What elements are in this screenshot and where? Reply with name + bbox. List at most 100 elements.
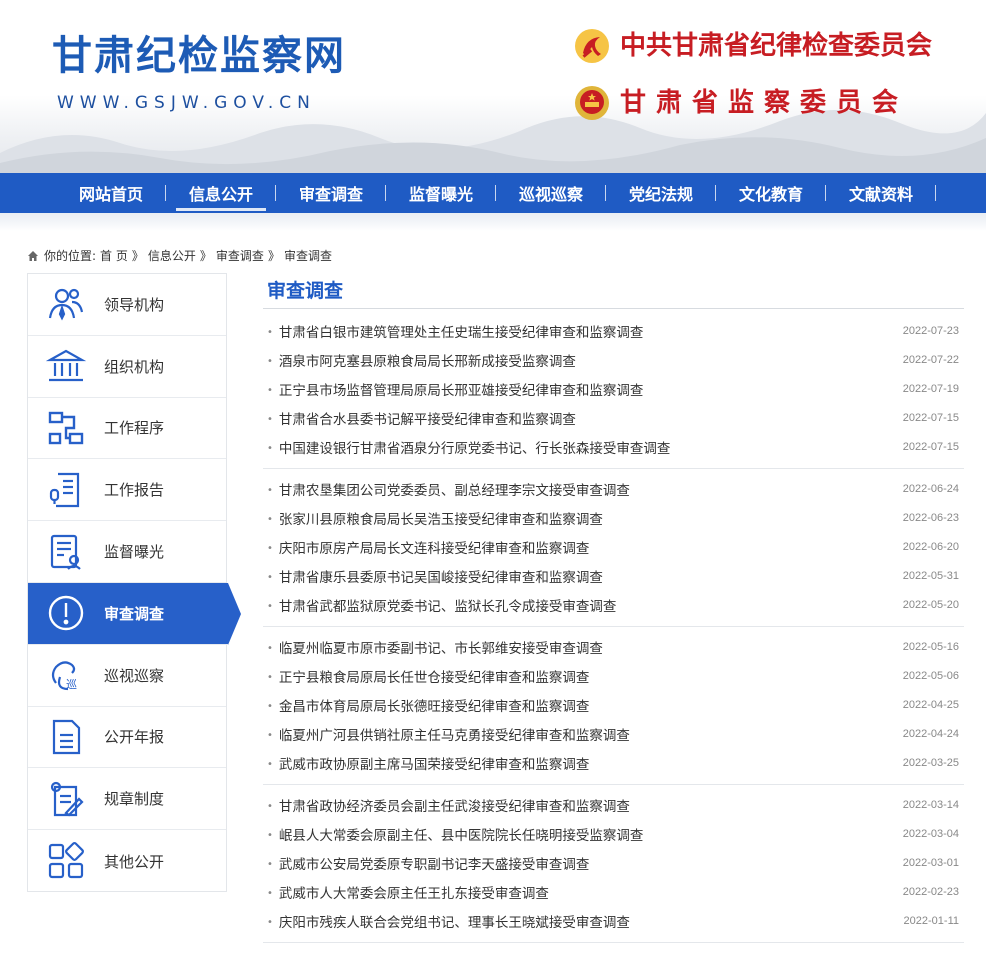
- sidebar-item-report[interactable]: 工作报告: [28, 459, 226, 522]
- org-party-commission: 中共甘肃省纪律检查委员会: [574, 28, 932, 64]
- news-item-title[interactable]: 甘肃省政协经济委员会副主任武浚接受纪律审查和监察调查: [267, 795, 630, 815]
- sidebar-item-label: 规章制度: [104, 790, 165, 809]
- news-item[interactable]: 临夏州广河县供销社原主任马克勇接受纪律审查和监察调查 2022-04-24: [263, 719, 964, 748]
- news-item-date: 2022-07-15: [902, 411, 959, 424]
- supervision-icon: [50, 534, 81, 570]
- news-item-title[interactable]: 甘肃农垦集团公司党委委员、副总经理李宗文接受审查调查: [267, 479, 630, 499]
- news-item[interactable]: 甘肃农垦集团公司党委委员、副总经理李宗文接受审查调查 2022-06-24: [263, 475, 964, 504]
- sidebar-item-review-investigation[interactable]: 审查调查: [28, 582, 241, 645]
- news-item-title[interactable]: 武威市政协原副主席马国荣接受纪律审查和监察调查: [267, 753, 590, 773]
- breadcrumb-separator: 》: [131, 249, 144, 263]
- news-item-title[interactable]: 庆阳市残疾人联合会党组书记、理事长王晓斌接受审查调查: [267, 911, 630, 931]
- breadcrumb-separator: 》: [267, 249, 280, 263]
- news-group: 甘肃省白银市建筑管理处主任史瑞生接受纪律审查和监察调查 2022-07-23 酒泉市…: [263, 309, 964, 469]
- sidebar-item-annual-report[interactable]: 公开年报: [28, 707, 226, 769]
- news-item[interactable]: 酒泉市阿克塞县原粮食局局长邢新成接受监察调查 2022-07-22: [263, 346, 964, 375]
- main-nav: 网站首页 信息公开 审查调查 监督曝光 巡视巡察 党纪法规 文化教育 文献资料: [0, 173, 986, 213]
- nav-item-review-investigation[interactable]: 审查调查: [276, 173, 386, 213]
- news-item-date: 2022-03-25: [902, 756, 959, 769]
- sidebar-item-label: 工作报告: [104, 481, 165, 500]
- news-item-title[interactable]: 中国建设银行甘肃省酒泉分行原党委书记、行长张森接受审查调查: [267, 437, 671, 457]
- nav-item-info-disclosure[interactable]: 信息公开: [166, 173, 276, 213]
- news-item[interactable]: 武威市人大常委会原主任王扎东接受审查调查 2022-02-23: [263, 877, 964, 906]
- news-item-title[interactable]: 岷县人大常委会原副主任、县中医院院长任晓明接受监察调查: [267, 824, 644, 844]
- news-item-title[interactable]: 甘肃省武都监狱原党委书记、监狱长孔令成接受审查调查: [267, 595, 617, 615]
- news-item-date: 2022-07-19: [902, 382, 959, 395]
- org-supervision-commission-name: 甘肃省监察委员会: [620, 88, 909, 118]
- news-item-title[interactable]: 甘肃省白银市建筑管理处主任史瑞生接受纪律审查和监察调查: [267, 321, 644, 341]
- sidebar-item-rules[interactable]: 规章制度: [28, 768, 226, 831]
- sidebar-item-other[interactable]: 其他公开: [28, 830, 226, 892]
- news-item-date: 2022-05-20: [902, 598, 959, 611]
- breadcrumb-link-home[interactable]: 首 页: [100, 247, 128, 264]
- news-item-title[interactable]: 金昌市体育局原局长张德旺接受纪律审查和监察调查: [267, 695, 590, 715]
- news-item[interactable]: 金昌市体育局原局长张德旺接受纪律审查和监察调查 2022-04-25: [263, 691, 964, 720]
- news-item-title[interactable]: 甘肃省康乐县委原书记吴国峻接受纪律审查和监察调查: [267, 566, 603, 586]
- sidebar: 领导机构 组织机构 工作程序 工作报告 监督曝光 审查调查 巡 巡视巡察 公开年…: [27, 273, 241, 892]
- sidebar-item-label: 巡视巡察: [104, 666, 165, 685]
- breadcrumb-link-info-disclosure[interactable]: 信息公开: [148, 247, 196, 264]
- sidebar-item-label: 审查调查: [104, 604, 165, 623]
- nav-item-supervision-exposure[interactable]: 监督曝光: [386, 173, 496, 213]
- breadcrumb-link-review-investigation[interactable]: 审查调查: [216, 247, 264, 264]
- news-item[interactable]: 岷县人大常委会原副主任、县中医院院长任晓明接受监察调查 2022-03-04: [263, 820, 964, 849]
- news-item[interactable]: 甘肃省白银市建筑管理处主任史瑞生接受纪律审查和监察调查 2022-07-23: [263, 317, 964, 346]
- news-item-date: 2022-07-22: [902, 354, 959, 367]
- site-url: WWW.GSJW.GOV.CN: [57, 93, 316, 113]
- nav-item-inspection[interactable]: 巡视巡察: [496, 173, 606, 213]
- news-item-date: 2022-04-24: [902, 727, 959, 740]
- sidebar-item-workflow[interactable]: 工作程序: [28, 398, 226, 460]
- sidebar-item-leaders[interactable]: 领导机构: [28, 274, 226, 336]
- news-item[interactable]: 临夏州临夏市原市委副书记、市长郭维安接受审查调查 2022-05-16: [263, 633, 964, 662]
- sidebar-item-inspection[interactable]: 巡 巡视巡察: [28, 645, 226, 707]
- sidebar-item-label: 组织机构: [104, 357, 165, 376]
- news-item[interactable]: 庆阳市原房产局局长文连科接受纪律审查和监察调查 2022-06-20: [263, 533, 964, 562]
- site-title[interactable]: 甘肃纪检监察网: [52, 36, 346, 76]
- news-item[interactable]: 正宁县粮食局原局长任世仓接受纪律审查和监察调查 2022-05-06: [263, 662, 964, 691]
- news-item-title[interactable]: 临夏州广河县供销社原主任马克勇接受纪律审查和监察调查: [267, 724, 630, 744]
- institution-icon: [46, 349, 86, 382]
- news-item[interactable]: 甘肃省合水县委书记解平接受纪律审查和监察调查 2022-07-15: [263, 403, 964, 432]
- news-item[interactable]: 正宁县市场监督管理局原局长邢亚雄接受纪律审查和监察调查 2022-07-19: [263, 375, 964, 404]
- news-item-title[interactable]: 张家川县原粮食局局长吴浩玉接受纪律审查和监察调查: [267, 508, 603, 528]
- news-item[interactable]: 庆阳市残疾人联合会党组书记、理事长王晓斌接受审查调查 2022-01-11: [263, 906, 964, 935]
- news-item[interactable]: 武威市公安局党委原专职副书记李天盛接受审查调查 2022-03-01: [263, 849, 964, 878]
- sidebar-item-label: 监督曝光: [104, 543, 165, 562]
- news-item-title[interactable]: 甘肃省合水县委书记解平接受纪律审查和监察调查: [267, 408, 576, 428]
- grid-icon: [48, 842, 84, 879]
- news-item-date: 2022-02-23: [902, 885, 959, 898]
- nav-item-literature[interactable]: 文献资料: [826, 173, 936, 213]
- sidebar-item-label: 工作程序: [104, 419, 165, 438]
- news-item[interactable]: 甘肃省康乐县委原书记吴国峻接受纪律审查和监察调查 2022-05-31: [263, 561, 964, 590]
- breadcrumb: 你的位置: 首 页 》 信息公开 》 审查调查 》 审查调查: [28, 247, 336, 264]
- site-header: 甘肃纪检监察网 WWW.GSJW.GOV.CN 中共甘肃省纪律检查委员会 甘肃省…: [0, 0, 986, 173]
- leaders-icon: [48, 289, 84, 321]
- news-item-title[interactable]: 正宁县粮食局原局长任世仓接受纪律审查和监察调查: [267, 666, 590, 686]
- breadcrumb-label: 你的位置:: [44, 249, 97, 263]
- news-item-date: 2022-04-25: [902, 698, 959, 711]
- news-item-title[interactable]: 正宁县市场监督管理局原局长邢亚雄接受纪律审查和监察调查: [267, 379, 644, 399]
- news-item-title[interactable]: 武威市公安局党委原专职副书记李天盛接受审查调查: [267, 853, 590, 873]
- news-item[interactable]: 甘肃省政协经济委员会副主任武浚接受纪律审查和监察调查 2022-03-14: [263, 791, 964, 820]
- news-item-title[interactable]: 临夏州临夏市原市委副书记、市长郭维安接受审查调查: [267, 637, 603, 657]
- sidebar-item-supervision[interactable]: 监督曝光: [28, 521, 226, 583]
- nav-item-party-regulations[interactable]: 党纪法规: [606, 173, 716, 213]
- news-item-date: 2022-05-31: [902, 569, 959, 582]
- news-item-date: 2022-05-06: [902, 670, 959, 683]
- news-group: 甘肃农垦集团公司党委委员、副总经理李宗文接受审查调查 2022-06-24 张家川县…: [263, 469, 964, 627]
- news-item-date: 2022-06-23: [902, 512, 959, 525]
- news-item[interactable]: 张家川县原粮食局局长吴浩玉接受纪律审查和监察调查 2022-06-23: [263, 504, 964, 533]
- sidebar-item-institution[interactable]: 组织机构: [28, 336, 226, 398]
- inspection-icon: 巡: [51, 661, 77, 691]
- nav-item-culture-education[interactable]: 文化教育: [716, 173, 826, 213]
- news-item[interactable]: 武威市政协原副主席马国荣接受纪律审查和监察调查 2022-03-25: [263, 748, 964, 777]
- news-item-title[interactable]: 武威市人大常委会原主任王扎东接受审查调查: [267, 882, 549, 902]
- news-item-title[interactable]: 庆阳市原房产局局长文连科接受纪律审查和监察调查: [267, 537, 590, 557]
- party-emblem-icon: [575, 29, 609, 63]
- news-item[interactable]: 甘肃省武都监狱原党委书记、监狱长孔令成接受审查调查 2022-05-20: [263, 590, 964, 619]
- workflow-icon: [48, 411, 84, 445]
- news-item[interactable]: 中国建设银行甘肃省酒泉分行原党委书记、行长张森接受审查调查 2022-07-15: [263, 432, 964, 461]
- news-item-title[interactable]: 酒泉市阿克塞县原粮食局局长邢新成接受监察调查: [267, 350, 576, 370]
- nav-item-home[interactable]: 网站首页: [56, 173, 166, 213]
- page-title: 审查调查: [263, 273, 964, 309]
